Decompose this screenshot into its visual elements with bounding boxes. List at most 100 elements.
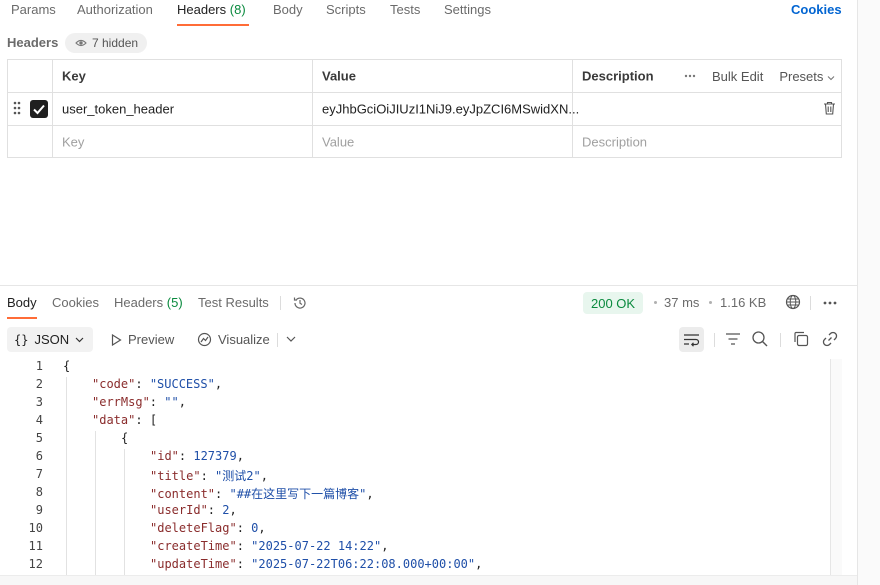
response-size[interactable]: 1.16 KB xyxy=(720,295,766,310)
line-text: "data": [ xyxy=(92,413,158,427)
tab-headers[interactable]: Headers (8) xyxy=(177,2,246,17)
active-response-tab-indicator xyxy=(7,317,37,319)
json-value: "测试2" xyxy=(215,469,261,483)
column-header-description-label: Description xyxy=(582,68,654,84)
globe-icon[interactable] xyxy=(785,294,801,310)
new-value-field[interactable]: Value xyxy=(313,126,573,158)
new-description-field[interactable]: Description xyxy=(573,126,841,158)
status-badge[interactable]: 200 OK xyxy=(583,292,644,314)
json-value: "" xyxy=(164,395,179,409)
chevron-down-icon xyxy=(827,75,835,80)
trash-icon[interactable] xyxy=(823,101,836,115)
code-scrollbar[interactable] xyxy=(830,359,842,575)
response-time[interactable]: 37 ms xyxy=(664,295,699,310)
header-key-text: user_token_header xyxy=(62,101,175,117)
response-tab-headers-label: Headers xyxy=(114,295,164,310)
eye-icon xyxy=(75,39,87,47)
json-key: "userId" xyxy=(150,503,208,517)
visualize-button[interactable]: Visualize xyxy=(197,327,270,352)
divider xyxy=(277,333,278,347)
play-icon xyxy=(111,333,122,346)
line-text: "title": "测试2", xyxy=(150,469,268,483)
json-value: 2 xyxy=(222,503,230,517)
tab-authorization[interactable]: Authorization xyxy=(77,2,153,17)
header-description-cell[interactable] xyxy=(573,93,841,126)
tab-tests[interactable]: Tests xyxy=(390,2,420,17)
braces-icon: {} xyxy=(14,332,29,347)
line-number: 3 xyxy=(35,395,43,409)
chevron-down-icon[interactable] xyxy=(282,330,300,348)
bulk-edit-button[interactable]: Bulk Edit xyxy=(712,69,763,84)
line-text: "id": 127379, xyxy=(150,449,244,463)
tab-scripts[interactable]: Scripts xyxy=(326,2,366,17)
json-key: "updateTime" xyxy=(150,557,237,571)
divider xyxy=(280,296,281,310)
code-line: 10 "deleteFlag": 0, xyxy=(0,521,830,539)
column-header-value: Value xyxy=(313,60,573,93)
drag-handle-icon[interactable] xyxy=(13,101,21,115)
divider xyxy=(780,333,781,347)
line-number: 6 xyxy=(35,449,43,463)
code-line: 9 "userId": 2, xyxy=(0,503,830,521)
chevron-down-icon xyxy=(75,337,84,342)
code-line: 11 "createTime": "2025-07-22 14:22", xyxy=(0,539,830,557)
line-text: "createTime": "2025-07-22 14:22", xyxy=(150,539,389,553)
divider xyxy=(810,296,811,310)
line-number: 12 xyxy=(28,557,43,571)
response-tab-test-results[interactable]: Test Results xyxy=(198,295,269,310)
json-key: "title" xyxy=(150,469,201,483)
copy-icon[interactable] xyxy=(792,330,810,348)
response-tabs: Body Cookies Headers (5) Test Results 20… xyxy=(0,287,857,319)
presets-dropdown[interactable]: Presets xyxy=(779,69,835,84)
column-header-key: Key xyxy=(53,60,313,93)
json-value: 0 xyxy=(251,521,259,535)
separator-dot xyxy=(654,301,657,304)
response-tab-body[interactable]: Body xyxy=(7,295,37,310)
json-value: "2025-07-22T06:22:08.000+00:00" xyxy=(251,557,476,571)
link-icon[interactable] xyxy=(821,330,839,348)
json-value: "SUCCESS" xyxy=(149,377,215,391)
json-key: "content" xyxy=(150,487,216,501)
response-tab-headers-count: (5) xyxy=(166,295,183,310)
table-actions: Bulk Edit Presets xyxy=(684,60,835,92)
more-options-icon[interactable] xyxy=(821,295,839,311)
response-tab-headers[interactable]: Headers (5) xyxy=(114,295,183,310)
line-text: "code": "SUCCESS", xyxy=(92,377,223,391)
json-key: "errMsg" xyxy=(92,395,150,409)
cookies-link[interactable]: Cookies xyxy=(791,2,842,17)
json-value: "2025-07-22 14:22" xyxy=(251,539,382,553)
response-body-viewer[interactable]: 1{ 2 "code": "SUCCESS", 3 "errMsg": "", 4 "… xyxy=(0,359,830,575)
tab-settings[interactable]: Settings xyxy=(444,2,491,17)
search-icon[interactable] xyxy=(751,330,769,348)
code-line: 8 "content": "##在这里写下一篇博客", xyxy=(0,485,830,503)
json-key: "code" xyxy=(92,377,136,391)
table-header-handle-cell xyxy=(8,60,53,93)
right-sidebar-rail xyxy=(857,0,880,585)
divider xyxy=(714,333,715,347)
response-tab-cookies[interactable]: Cookies xyxy=(52,295,99,310)
response-divider[interactable] xyxy=(0,285,857,286)
header-value-cell[interactable]: eyJhbGciOiJIUzI1NiJ9.eyJpZCI6MSwidXN... xyxy=(313,93,579,126)
header-enabled-checkbox[interactable] xyxy=(30,100,48,118)
new-value-placeholder: Value xyxy=(322,134,355,150)
code-line: 3 "errMsg": "", xyxy=(0,395,830,413)
preview-button[interactable]: Preview xyxy=(111,327,174,352)
new-key-field[interactable]: Key xyxy=(53,126,313,158)
tab-headers-label: Headers xyxy=(177,2,227,17)
hidden-headers-toggle[interactable]: 7 hidden xyxy=(65,33,148,53)
presets-label: Presets xyxy=(779,68,824,84)
hidden-headers-label: 7 hidden xyxy=(92,36,139,50)
wrap-lines-button[interactable] xyxy=(679,327,704,352)
more-options-icon[interactable] xyxy=(684,74,696,78)
line-number: 8 xyxy=(35,485,43,499)
format-selector[interactable]: {} JSON xyxy=(7,327,93,352)
line-number: 1 xyxy=(35,359,43,373)
tab-body[interactable]: Body xyxy=(273,2,303,17)
line-number: 10 xyxy=(28,521,43,535)
line-text: "deleteFlag": 0, xyxy=(150,521,266,535)
filter-icon[interactable] xyxy=(724,330,742,348)
history-icon[interactable] xyxy=(292,295,308,311)
tab-params[interactable]: Params xyxy=(11,2,56,17)
column-header-key-label: Key xyxy=(62,68,86,84)
header-key-cell[interactable]: user_token_header xyxy=(53,93,313,126)
